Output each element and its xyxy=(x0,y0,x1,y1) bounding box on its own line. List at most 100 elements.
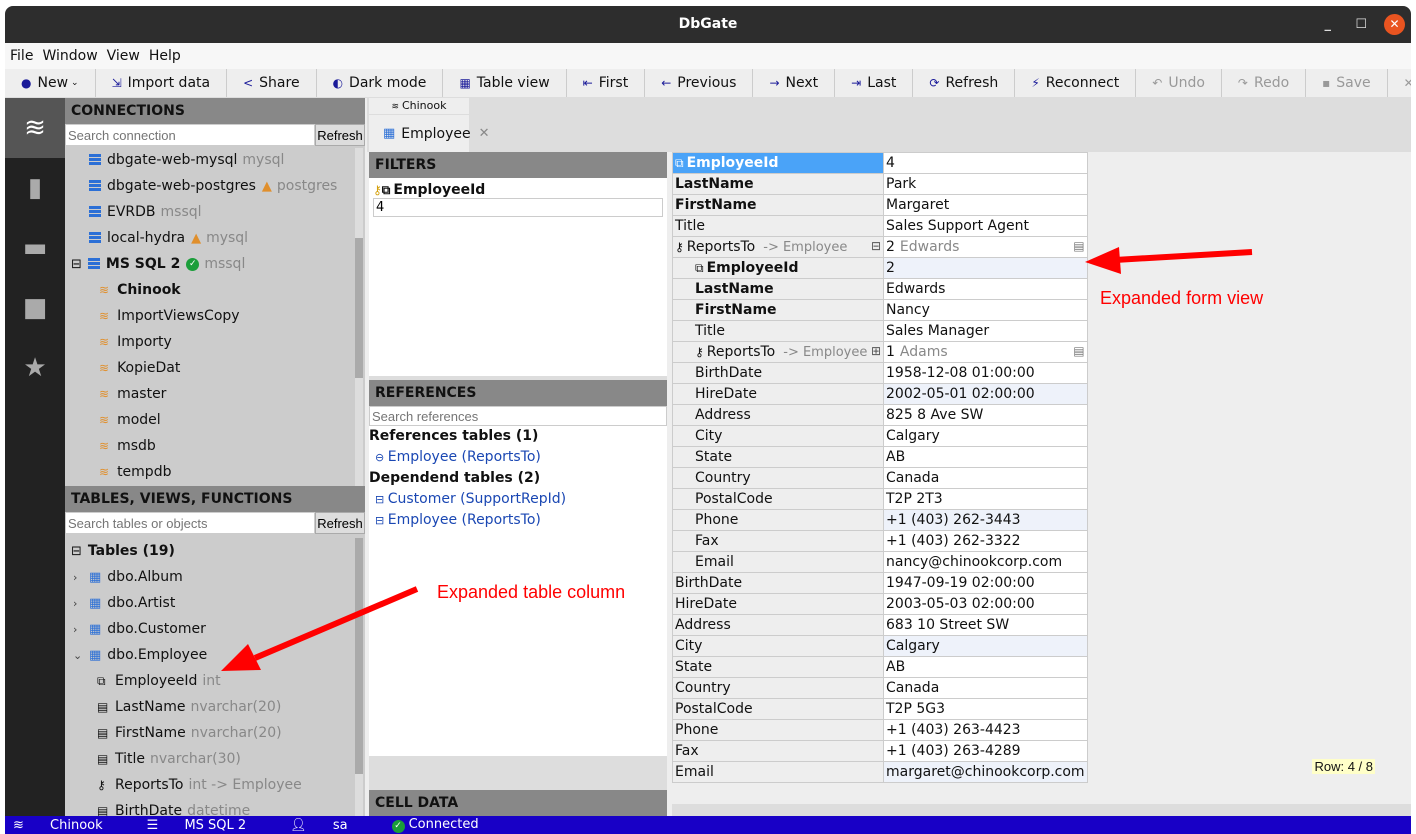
field-name-cell[interactable]: Title xyxy=(672,215,884,237)
connection-item-expanded[interactable]: ⊟ MS SQL 2 ✓ mssql xyxy=(65,251,365,277)
field-name-cell[interactable]: Fax xyxy=(672,740,884,762)
field-value-cell[interactable]: nancy@chinookcorp.com xyxy=(883,551,1088,573)
maximize-button[interactable]: ☐ xyxy=(1355,6,1367,43)
field-name-cell[interactable]: Email xyxy=(672,761,884,783)
field-value-cell[interactable]: +1 (403) 263-4423 xyxy=(883,719,1088,741)
lookup-button-icon[interactable]: ▤ xyxy=(1073,344,1084,358)
toolbar-dark-mode-button[interactable]: ◐ Dark mode xyxy=(317,69,444,97)
field-value-cell[interactable]: 1 Adams ▤ xyxy=(883,341,1088,363)
field-value-cell[interactable]: margaret@chinookcorp.com xyxy=(883,761,1088,783)
collapse-icon[interactable]: ⊟ xyxy=(71,257,82,272)
field-value-cell[interactable]: 1947-09-19 02:00:00 xyxy=(883,572,1088,594)
field-value-cell[interactable]: T2P 5G3 xyxy=(883,698,1088,720)
field-name-cell[interactable]: City xyxy=(672,635,884,657)
toolbar-undo-button[interactable]: ↶ Undo xyxy=(1136,69,1222,97)
field-value-cell[interactable]: Calgary xyxy=(883,425,1088,447)
chevron-right-icon[interactable]: › xyxy=(73,623,89,636)
connection-item[interactable]: local-hydra ▲ mysql xyxy=(65,225,365,251)
field-name-cell[interactable]: ⚷ ReportsTo -> Employee ⊞ xyxy=(672,341,884,363)
close-tab-icon[interactable]: ✕ xyxy=(479,126,490,141)
field-name-cell[interactable]: FirstName xyxy=(672,194,884,216)
field-value-cell[interactable]: AB xyxy=(883,446,1088,468)
field-name-cell[interactable]: ⧉ EmployeeId xyxy=(672,257,884,279)
field-name-cell[interactable]: BirthDate xyxy=(672,362,884,384)
field-name-cell[interactable]: ⧉ EmployeeId xyxy=(672,152,884,174)
status-database[interactable]: ≋ Chinook xyxy=(13,818,125,833)
database-item[interactable]: ≋ msdb xyxy=(65,433,365,459)
column-item[interactable]: ⚷ ReportsTo int -> Employee xyxy=(65,772,365,798)
field-value-cell[interactable]: Canada xyxy=(883,677,1088,699)
search-objects-input[interactable] xyxy=(65,512,315,534)
toolbar-share-button[interactable]: < Share xyxy=(227,69,317,97)
activity-plugin[interactable]: ■ xyxy=(5,278,65,338)
dependent-link[interactable]: ⊟ Customer (SupportRepId) xyxy=(369,489,667,510)
field-value-cell[interactable]: AB xyxy=(883,656,1088,678)
field-value-cell[interactable]: 4 xyxy=(883,152,1088,174)
chevron-down-icon[interactable]: ⌄ xyxy=(73,649,89,662)
field-name-cell[interactable]: LastName xyxy=(672,278,884,300)
field-value-cell[interactable]: Sales Manager xyxy=(883,320,1088,342)
column-item[interactable]: ▤ Title nvarchar(30) xyxy=(65,746,365,772)
field-name-cell[interactable]: ⚷ ReportsTo -> Employee ⊟ xyxy=(672,236,884,258)
tab-employee[interactable]: ▦ Employee ✕ xyxy=(369,115,490,152)
field-value-cell[interactable]: 683 10 Street SW xyxy=(883,614,1088,636)
status-connection[interactable]: ☰ MS SQL 2 xyxy=(147,818,269,833)
menu-window[interactable]: Window xyxy=(42,48,97,64)
column-item[interactable]: ▤ LastName nvarchar(20) xyxy=(65,694,365,720)
toolbar-refresh-button[interactable]: ⟳ Refresh xyxy=(913,69,1016,97)
field-value-cell[interactable]: T2P 2T3 xyxy=(883,488,1088,510)
chevron-right-icon[interactable]: › xyxy=(73,571,89,584)
toolbar-revert-button[interactable]: ✕Revert xyxy=(1388,69,1411,97)
database-item[interactable]: ≋ Chinook xyxy=(65,277,365,303)
toolbar-previous-button[interactable]: ← Previous xyxy=(645,69,754,97)
search-connection-input[interactable] xyxy=(65,124,315,146)
column-item[interactable]: ▤ FirstName nvarchar(20) xyxy=(65,720,365,746)
toolbar-last-button[interactable]: ⇥ Last xyxy=(835,69,914,97)
connection-item[interactable]: EVRDB mssql xyxy=(65,199,365,225)
field-value-cell[interactable]: +1 (403) 262-3443 xyxy=(883,509,1088,531)
toolbar-import-data-button[interactable]: ⇲ Import data xyxy=(96,69,228,97)
field-value-cell[interactable]: 2002-05-01 02:00:00 xyxy=(883,383,1088,405)
close-window-button[interactable]: ✕ xyxy=(1384,14,1405,35)
minimize-button[interactable]: _ xyxy=(1325,6,1332,43)
database-item[interactable]: ≋ ImportViewsCopy xyxy=(65,303,365,329)
database-item[interactable]: ≋ tempdb xyxy=(65,459,365,485)
tables-group[interactable]: ⊟ Tables (19) xyxy=(65,538,365,564)
menu-help[interactable]: Help xyxy=(149,48,181,64)
field-name-cell[interactable]: State xyxy=(672,446,884,468)
field-value-cell[interactable]: 825 8 Ave SW xyxy=(883,404,1088,426)
field-name-cell[interactable]: Title xyxy=(672,320,884,342)
field-name-cell[interactable]: HireDate xyxy=(672,383,884,405)
objects-scrollbar[interactable] xyxy=(355,538,363,816)
field-name-cell[interactable]: Country xyxy=(672,677,884,699)
expand-icon[interactable]: ⊞ xyxy=(871,344,881,358)
table-item[interactable]: › ▦ dbo.Customer xyxy=(65,616,365,642)
toolbar-first-button[interactable]: ⇤ First xyxy=(567,69,646,97)
field-name-cell[interactable]: Fax xyxy=(672,530,884,552)
lookup-button-icon[interactable]: ▤ xyxy=(1073,239,1084,253)
field-value-cell[interactable]: Park xyxy=(883,173,1088,195)
connections-refresh-button[interactable]: Refresh xyxy=(315,124,365,146)
toolbar-redo-button[interactable]: ↷ Redo xyxy=(1222,69,1307,97)
collapse-icon[interactable]: ⊟ xyxy=(871,239,881,253)
field-name-cell[interactable]: LastName xyxy=(672,173,884,195)
activity-file[interactable]: ▮ xyxy=(5,158,65,218)
field-value-cell[interactable]: Canada xyxy=(883,467,1088,489)
toolbar-table-view-button[interactable]: ▦ Table view xyxy=(443,69,567,97)
menu-file[interactable]: File xyxy=(10,48,33,64)
toolbar-save-button[interactable]: ▪ Save xyxy=(1306,69,1388,97)
field-name-cell[interactable]: Email xyxy=(672,551,884,573)
field-name-cell[interactable]: Country xyxy=(672,467,884,489)
field-value-cell[interactable]: Edwards xyxy=(883,278,1088,300)
field-name-cell[interactable]: City xyxy=(672,425,884,447)
table-item[interactable]: › ▦ dbo.Album xyxy=(65,564,365,590)
field-value-cell[interactable]: +1 (403) 263-4289 xyxy=(883,740,1088,762)
field-name-cell[interactable]: HireDate xyxy=(672,593,884,615)
database-item[interactable]: ≋ Importy xyxy=(65,329,365,355)
table-item[interactable]: ⌄ ▦ dbo.Employee xyxy=(65,642,365,668)
field-name-cell[interactable]: PostalCode xyxy=(672,488,884,510)
field-value-cell[interactable]: 2 Edwards ▤ xyxy=(883,236,1088,258)
table-item[interactable]: › ▦ dbo.Artist xyxy=(65,590,365,616)
field-name-cell[interactable]: Address xyxy=(672,404,884,426)
column-item[interactable]: ⧉ EmployeeId int xyxy=(65,668,365,694)
